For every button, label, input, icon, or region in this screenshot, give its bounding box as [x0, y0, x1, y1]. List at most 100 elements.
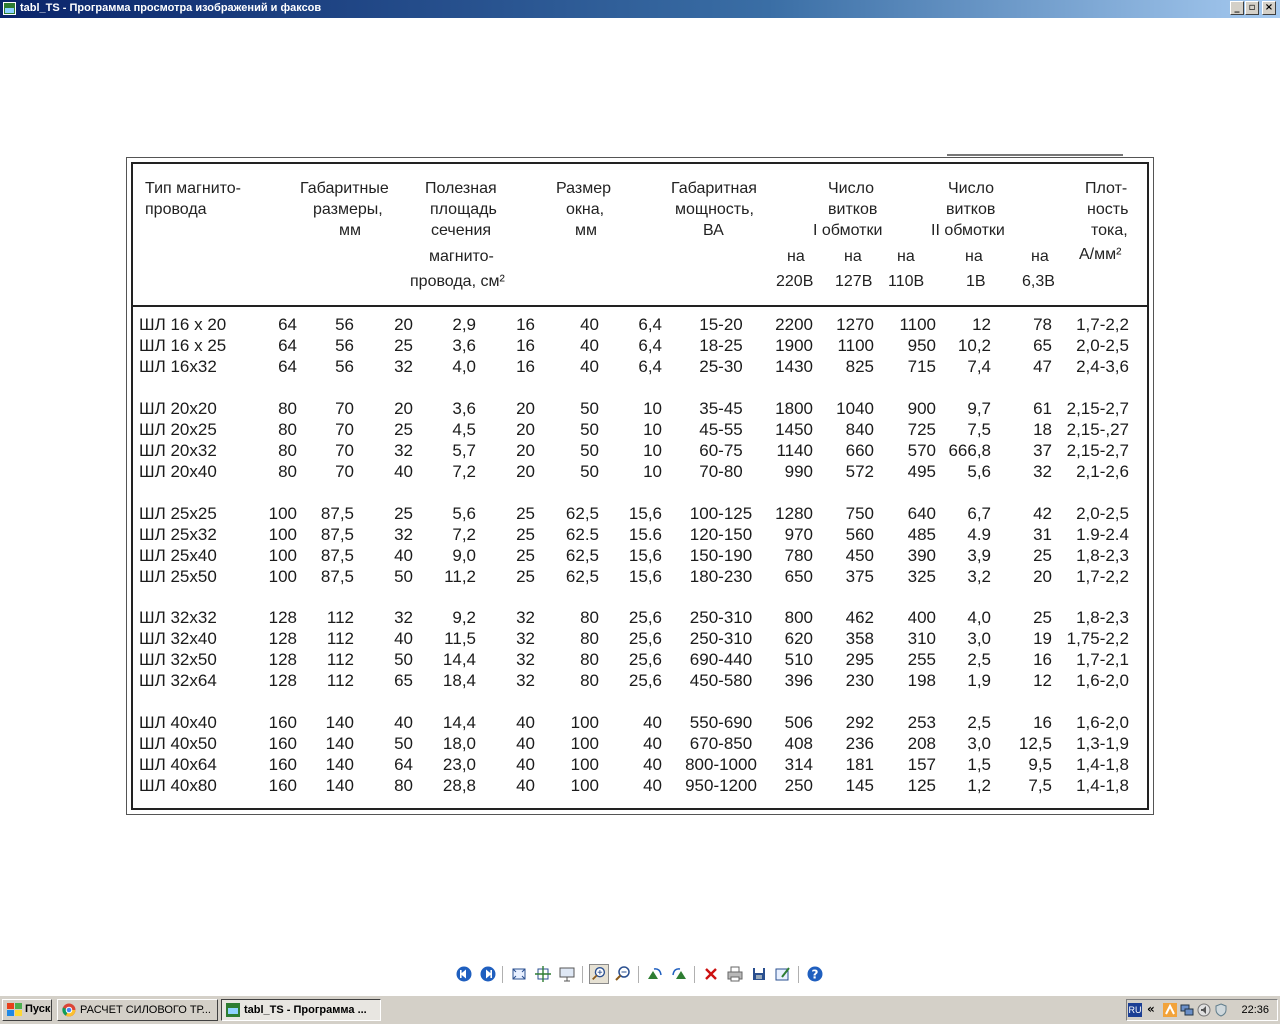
table-cell: 15,6 [628, 567, 662, 586]
table-cell: 25 [1033, 608, 1052, 627]
table-cell: 20 [1033, 567, 1052, 586]
save-icon[interactable] [749, 964, 769, 984]
table-cell: 7,5 [1028, 776, 1052, 795]
zoom-in-icon[interactable] [589, 964, 609, 984]
window-titlebar[interactable]: tabl_TS - Программа просмотра изображени… [0, 0, 1280, 18]
core-type-cell: ШЛ 25х25 [139, 504, 217, 523]
speaker-icon[interactable] [1197, 1003, 1211, 1017]
header-power-line2: мощность, [675, 201, 754, 218]
table-cell: 1,7-2,2 [1076, 315, 1129, 334]
table-cell: 25,6 [628, 650, 662, 669]
restore-button[interactable]: ▫ [1245, 1, 1259, 15]
header-window-line1: Размер [556, 180, 611, 197]
table-cell: 10 [643, 441, 662, 460]
header-na-1v: на [965, 248, 983, 265]
table-cell: 2,0-2,5 [1076, 504, 1129, 523]
table-cell: 78 [1033, 315, 1052, 334]
header-turns2-line3: II обмотки [931, 222, 1005, 239]
core-type-cell: ШЛ 40х64 [139, 755, 217, 774]
minimize-button[interactable]: _ [1230, 1, 1244, 15]
core-type-cell: ШЛ 32х40 [139, 629, 217, 648]
table-cell: 2,15-2,7 [1066, 399, 1129, 418]
table-cell: 15,6 [628, 546, 662, 565]
core-type-cell: ШЛ 20х40 [139, 462, 217, 481]
header-power-line3: ВА [703, 222, 724, 239]
table-cell: 2,1-2,6 [1076, 462, 1129, 481]
table-cell: 2,15-,27 [1066, 420, 1129, 439]
windows-logo-icon [7, 1003, 22, 1016]
header-na-110: на [897, 248, 915, 265]
table-cell: 65 [1033, 336, 1052, 355]
table-cell: 1,7-2,1 [1076, 650, 1129, 669]
header-dimensions-line2: размеры, [313, 201, 383, 218]
table-cell: 6,4 [638, 336, 662, 355]
core-type-cell: ШЛ 20х32 [139, 441, 217, 460]
table-cell: 25,6 [628, 671, 662, 690]
header-window-line2: окна, [566, 201, 605, 218]
delete-icon[interactable] [701, 964, 721, 984]
edit-icon[interactable] [773, 964, 793, 984]
tray-app-icon[interactable] [1163, 1003, 1177, 1017]
network-icon[interactable] [1180, 1003, 1194, 1017]
taskbar-item-label: tabl_TS - Программа ... [244, 1004, 367, 1016]
table-cell: 6,4 [638, 315, 662, 334]
table-cell: 2,4-3,6 [1076, 357, 1129, 376]
table-cell: 1.9-2.4 [1076, 525, 1129, 544]
table-cell: 2,0-2,5 [1076, 336, 1129, 355]
taskbar-item-label: РАСЧЕТ СИЛОВОГО ТР... [80, 1004, 211, 1016]
header-type-line2: провода [145, 201, 207, 218]
header-dimensions-line3: мм [339, 222, 361, 239]
header-110v: 110В [888, 273, 925, 290]
toolbar-separator [502, 966, 503, 983]
table-cell: 32 [1033, 462, 1052, 481]
slideshow-icon[interactable] [557, 964, 577, 984]
header-area-line4: магнито- [429, 248, 494, 265]
window-title: tabl_TS - Программа просмотра изображени… [20, 2, 322, 14]
header-turns2-line1: Число [948, 180, 995, 197]
toolbar-separator [638, 966, 639, 983]
language-indicator[interactable]: RU [1128, 1003, 1142, 1017]
previous-image-icon[interactable] [454, 964, 474, 984]
core-type-cell: ШЛ 40х40 [139, 713, 217, 732]
rotate-counterclockwise-icon[interactable] [669, 964, 689, 984]
best-fit-icon[interactable] [509, 964, 529, 984]
taskbar-item-browser[interactable]: РАСЧЕТ СИЛОВОГО ТР... [57, 999, 218, 1021]
core-type-cell: ШЛ 25х40 [139, 546, 217, 565]
header-density-line4: А/мм² [1079, 246, 1122, 263]
print-icon[interactable] [725, 964, 745, 984]
core-type-cell: ШЛ 25х32 [139, 525, 217, 544]
help-icon[interactable]: ? [805, 964, 825, 984]
toolbar-separator [582, 966, 583, 983]
header-window-line3: мм [575, 222, 597, 239]
table-cell: 16 [1033, 650, 1052, 669]
displayed-image: Тип магнито- провода Габаритные размеры,… [126, 154, 1154, 815]
clock[interactable]: 22:36 [1241, 1004, 1269, 1016]
header-density-line3: тока, [1091, 222, 1128, 239]
header-type-line1: Тип магнито- [145, 180, 241, 197]
table-cell: 61 [1033, 399, 1052, 418]
close-button[interactable]: × [1262, 1, 1276, 15]
actual-size-icon[interactable] [533, 964, 553, 984]
table-cell: 10 [643, 420, 662, 439]
table-cell: 19 [1033, 629, 1052, 648]
header-density-line2: ность [1087, 201, 1129, 218]
zoom-out-icon[interactable] [613, 964, 633, 984]
header-area-line5: провода, см² [410, 273, 505, 290]
show-hidden-icons-button[interactable]: « [1147, 1002, 1155, 1016]
transformer-table: Тип магнито- провода Габаритные размеры,… [131, 162, 1149, 810]
table-cell: 1,7-2,2 [1076, 567, 1129, 586]
taskbar: Пуск РАСЧЕТ СИЛОВОГО ТР... tabl_TS - Про… [0, 995, 1280, 1024]
rotate-clockwise-icon[interactable] [645, 964, 665, 984]
next-image-icon[interactable] [478, 964, 498, 984]
table-cell: 40 [643, 776, 662, 795]
core-type-cell: ШЛ 32х32 [139, 608, 217, 627]
tray-shield-icon[interactable] [1214, 1003, 1228, 1017]
core-type-cell: ШЛ 40х50 [139, 734, 217, 753]
table-cell: 10 [643, 399, 662, 418]
header-area-line2: площадь [430, 201, 497, 218]
start-button[interactable]: Пуск [2, 999, 52, 1021]
table-cell: 12,5 [1018, 734, 1052, 753]
taskbar-item-image-viewer[interactable]: tabl_TS - Программа ... [221, 999, 381, 1021]
header-turns1-line2: витков [828, 201, 878, 218]
table-cell: 1,75-2,2 [1066, 629, 1129, 648]
